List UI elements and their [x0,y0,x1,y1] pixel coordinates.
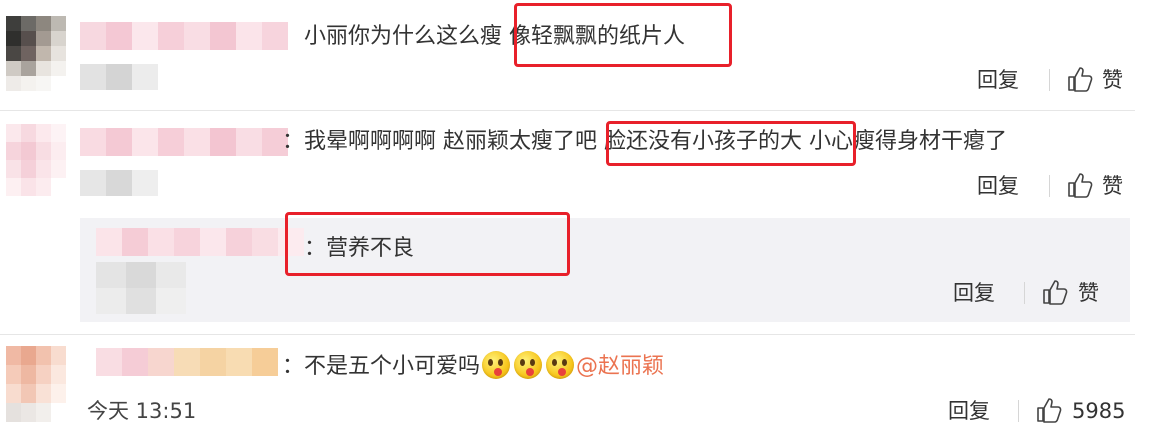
reply-button[interactable]: 回复 [948,397,990,425]
comment-text: ：不是五个小可爱吗 @赵丽颖 [282,351,664,382]
avatar[interactable] [6,346,66,422]
like-button[interactable]: 赞 [1078,279,1099,307]
smiley-emoji-icon [514,351,543,379]
highlight-box [606,121,856,166]
thumbs-up-icon[interactable] [1042,279,1068,305]
like-count[interactable]: 5985 [1072,397,1125,425]
username[interactable] [80,22,290,50]
thumbs-up-icon[interactable] [1067,66,1093,92]
smiley-emoji-icon [546,351,575,379]
reply-button[interactable]: 回复 [953,279,995,307]
username-suffix [80,170,158,196]
highlight-box [514,3,732,67]
comment-body: ：不是五个小可爱吗 [282,354,481,379]
username-suffix [80,64,158,90]
mention-link[interactable]: @赵丽颖 [576,354,664,379]
action-divider [1049,69,1050,91]
username[interactable] [80,128,290,156]
avatar[interactable] [6,16,66,91]
reply-button[interactable]: 回复 [977,172,1019,200]
action-divider [1024,282,1025,304]
reply-button[interactable]: 回复 [977,66,1019,94]
username[interactable] [96,348,278,376]
thumbs-up-icon[interactable] [1036,397,1062,423]
timestamp: 今天 13:51 [87,399,197,423]
action-divider [1018,400,1019,422]
comment-divider [0,334,1135,335]
highlight-box [285,212,570,276]
thumbs-up-icon[interactable] [1067,172,1093,198]
comment-divider [0,110,1135,111]
like-button[interactable]: 赞 [1102,172,1123,200]
smiley-emoji-icon [482,351,511,379]
avatar[interactable] [6,124,66,196]
action-divider [1049,175,1050,197]
like-button[interactable]: 赞 [1102,66,1123,94]
reply-avatar-username[interactable] [96,228,304,256]
reply-username-suffix [96,262,186,314]
